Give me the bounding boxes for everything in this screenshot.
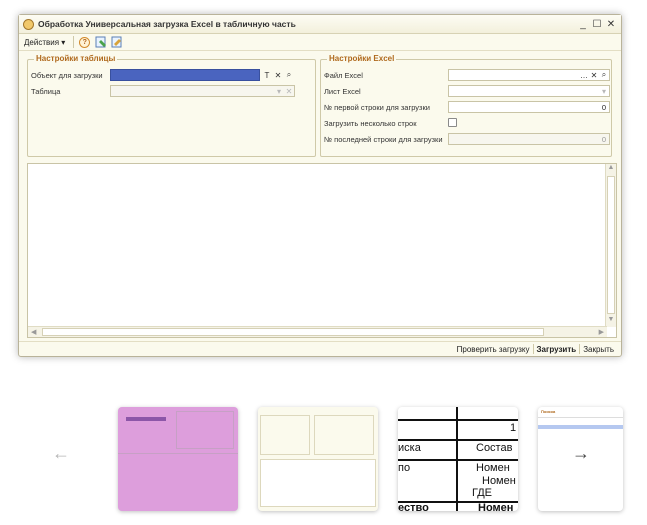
- help-icon: ?: [79, 36, 91, 48]
- object-input[interactable]: [110, 69, 260, 81]
- last-row-label: № последней строки для загрузки: [324, 135, 443, 144]
- chevron-down-icon: ▾: [276, 86, 281, 96]
- table-line: [398, 439, 518, 441]
- table-line: [398, 459, 518, 461]
- thumbnail-1[interactable]: [118, 407, 238, 511]
- table-line: [456, 407, 458, 511]
- mini-panel: [176, 411, 234, 449]
- cell-text: ГДЕ: [472, 487, 493, 499]
- previous-arrow-icon[interactable]: ←: [52, 443, 70, 464]
- minimize-button[interactable]: _: [577, 19, 589, 30]
- vertical-scrollbar[interactable]: ▲ ▼: [605, 164, 616, 327]
- multi-rows-checkbox[interactable]: [448, 118, 457, 127]
- file-input[interactable]: … ✕ ⌕: [448, 69, 610, 81]
- scroll-up-icon[interactable]: ▲: [606, 164, 616, 175]
- clear-icon[interactable]: ✕: [589, 70, 599, 80]
- multi-rows-label: Загрузить несколько строк: [324, 119, 417, 128]
- scroll-down-icon[interactable]: ▼: [606, 316, 616, 327]
- app-icon: [23, 18, 34, 30]
- sheet-select[interactable]: ▾: [448, 85, 610, 97]
- file-label: Файл Excel: [324, 71, 363, 80]
- table-line: [398, 419, 518, 421]
- first-row-value: 0: [601, 102, 606, 112]
- browse-button[interactable]: …: [579, 70, 589, 80]
- first-row-label: № первой строки для загрузки: [324, 103, 430, 112]
- scroll-right-icon[interactable]: ▶: [599, 328, 604, 336]
- horizontal-scrollbar[interactable]: ◀ ▶: [28, 326, 607, 337]
- close-window-button[interactable]: ✕: [605, 19, 617, 30]
- last-row-row: № последней строки для загрузки: [324, 133, 443, 146]
- save-settings-icon: [95, 36, 106, 48]
- scroll-left-icon[interactable]: ◀: [31, 328, 36, 336]
- restore-settings-button[interactable]: [110, 36, 123, 49]
- vertical-scroll-thumb[interactable]: [607, 176, 615, 314]
- cell-text: Номен: [478, 502, 514, 511]
- data-table[interactable]: ▲ ▼ ◀ ▶: [27, 163, 617, 338]
- thumbnail-3[interactable]: 1 иска Состав по Номен Номен ГДЕ ество Н…: [398, 407, 518, 511]
- dropdown-arrow-icon: ▾: [61, 37, 66, 47]
- toolbar-separator: [73, 36, 75, 48]
- horizontal-scroll-thumb[interactable]: [42, 328, 544, 336]
- help-button[interactable]: ?: [78, 36, 91, 49]
- table-settings-group: Настройки таблицы Объект для загрузки T …: [27, 54, 316, 157]
- cell-text: по: [398, 462, 411, 474]
- search-icon[interactable]: ⌕: [284, 70, 294, 80]
- mini-table: [260, 459, 376, 507]
- cell-text: иска: [398, 442, 421, 454]
- window-title: Обработка Универсальная загрузка Excel в…: [38, 19, 296, 29]
- first-row-row: № первой строки для загрузки: [324, 101, 430, 114]
- file-row: Файл Excel: [324, 69, 363, 82]
- maximize-button[interactable]: ☐: [591, 19, 603, 30]
- type-button[interactable]: T: [262, 70, 272, 80]
- cell-text: Состав: [476, 442, 513, 454]
- chevron-down-icon: ▾: [601, 86, 606, 96]
- last-row-value: 0: [601, 134, 606, 144]
- toolbar: Действия ▾ ?: [19, 34, 621, 51]
- clear-icon[interactable]: ✕: [273, 70, 283, 80]
- cell-text: Номен: [482, 475, 516, 487]
- mini-form: [260, 415, 310, 455]
- mini-form: [314, 415, 374, 455]
- table-row: Таблица: [31, 85, 60, 98]
- mini-selected-field: [126, 417, 166, 421]
- sheet-row: Лист Excel: [324, 85, 361, 98]
- cell-text: Номен: [476, 462, 510, 474]
- first-row-input[interactable]: 0: [448, 101, 610, 113]
- multi-rows-row: Загрузить несколько строк: [324, 117, 416, 130]
- cell-text: ество: [398, 502, 429, 511]
- table-label: Таблица: [31, 87, 61, 96]
- actions-label: Действия: [24, 37, 60, 47]
- thumbnail-2[interactable]: [258, 407, 378, 511]
- screenshot-carousel: ← 1 иска Состав по Номен Номен ГДЕ ество…: [0, 395, 647, 525]
- main-window: Обработка Универсальная загрузка Excel в…: [18, 14, 622, 357]
- title-bar: Обработка Универсальная загрузка Excel в…: [19, 15, 621, 34]
- actions-menu[interactable]: Действия ▾: [24, 38, 65, 47]
- close-button[interactable]: Закрыть: [580, 345, 617, 354]
- last-row-input: 0: [448, 133, 610, 145]
- excel-settings-title: Настройки Excel: [327, 54, 397, 63]
- table-select[interactable]: ▾ ✕: [110, 85, 295, 97]
- sheet-label: Лист Excel: [324, 87, 361, 96]
- mini-divider: [118, 453, 238, 454]
- cell-text: 1: [510, 422, 517, 434]
- mini-header: Поиска: [541, 409, 556, 414]
- object-row: Объект для загрузки: [31, 69, 103, 82]
- search-icon[interactable]: ⌕: [599, 70, 609, 80]
- restore-settings-icon: [111, 36, 122, 48]
- object-label: Объект для загрузки: [31, 71, 103, 80]
- clear-icon: ✕: [285, 86, 293, 96]
- save-settings-button[interactable]: [94, 36, 107, 49]
- next-arrow-icon[interactable]: →: [572, 443, 590, 464]
- table-settings-title: Настройки таблицы: [34, 54, 118, 63]
- check-load-button[interactable]: Проверить загрузку: [454, 345, 533, 354]
- excel-settings-group: Настройки Excel Файл Excel … ✕ ⌕ Лист Ex…: [320, 54, 612, 157]
- bottom-command-bar: Проверить загрузку Загрузить Закрыть: [19, 341, 621, 356]
- load-button[interactable]: Загрузить: [534, 345, 580, 354]
